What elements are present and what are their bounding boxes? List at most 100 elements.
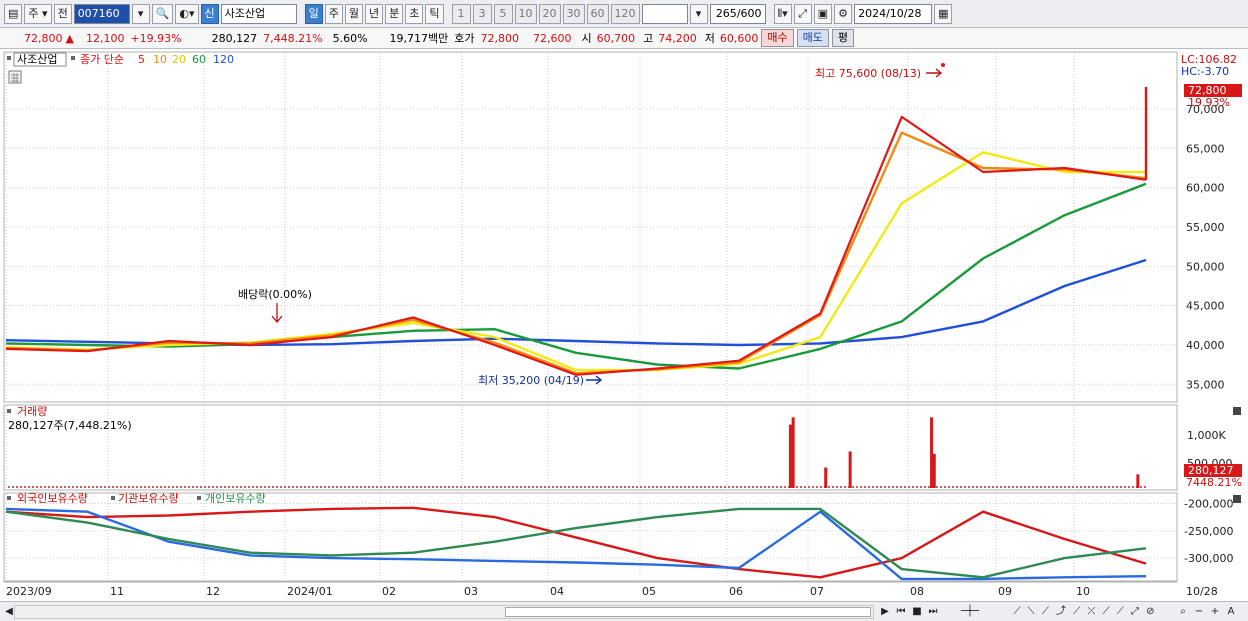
stock-name-field[interactable]: 사조산업 bbox=[220, 3, 297, 24]
scroll-right-icon[interactable]: ▶ bbox=[878, 604, 892, 619]
volume-bar-small bbox=[1024, 486, 1026, 488]
interval-5[interactable]: 5 bbox=[493, 3, 513, 24]
period-month-tab[interactable]: 월 bbox=[344, 3, 364, 24]
volume-bar-small bbox=[700, 486, 702, 488]
volume-bar-small bbox=[348, 486, 350, 488]
market-select[interactable]: 주 ▾ bbox=[24, 3, 52, 24]
volume-bar-small bbox=[1104, 486, 1106, 488]
volume-bar-small bbox=[856, 486, 858, 488]
window-menu-icon[interactable]: ▤ bbox=[4, 3, 23, 24]
price-ytick-label: 65,000 bbox=[1186, 142, 1225, 155]
period-year-tab[interactable]: 년 bbox=[365, 3, 384, 24]
buy-button[interactable]: 매수 bbox=[761, 29, 794, 47]
stop-icon[interactable]: ■ bbox=[910, 604, 924, 619]
rewind-icon[interactable]: ⏮ bbox=[894, 604, 908, 619]
price-ytick-label: 55,000 bbox=[1186, 221, 1225, 234]
chart-area[interactable]: 70,000 65,000 60,000 55,000 50,000 45,000 40,0… bbox=[0, 50, 1248, 602]
volume-close-icon[interactable] bbox=[1233, 407, 1241, 415]
price-ytick-label: 60,000 bbox=[1186, 182, 1225, 195]
volume-bar-small bbox=[1044, 486, 1046, 488]
font-size-icon[interactable]: A bbox=[1224, 604, 1238, 619]
volume-bar-small bbox=[592, 486, 594, 488]
period-tick-tab[interactable]: 틱 bbox=[425, 3, 444, 24]
volume-bar-small bbox=[212, 486, 214, 488]
period-day-tab[interactable]: 일 bbox=[304, 3, 323, 24]
volume-bar-small bbox=[1008, 486, 1010, 488]
prev-button[interactable]: 전 bbox=[53, 3, 72, 24]
volume-bar-small bbox=[768, 486, 770, 488]
legend-marker-icon bbox=[71, 56, 75, 60]
volume-bar-small bbox=[708, 486, 710, 488]
chart-canvas[interactable]: 70,00065,00060,00055,00050,00045,00040,0… bbox=[0, 50, 1248, 602]
volume-bar-small bbox=[764, 486, 766, 488]
volume-bar-small bbox=[508, 486, 510, 488]
interval-60[interactable]: 60 bbox=[586, 3, 609, 24]
interval-120[interactable]: 120 bbox=[610, 3, 640, 24]
interval-10[interactable]: 10 bbox=[514, 3, 537, 24]
volume-bar-small bbox=[468, 486, 470, 488]
volume-bar-small bbox=[940, 486, 942, 488]
volume-bar-small bbox=[564, 486, 566, 488]
volume-bar-small bbox=[924, 486, 926, 488]
settings-gear-icon[interactable]: ⚙ bbox=[834, 3, 853, 24]
volume-bar-small bbox=[476, 486, 478, 488]
period-week-tab[interactable]: 주 bbox=[324, 3, 343, 24]
interval-1[interactable]: 1 bbox=[451, 3, 471, 24]
candle-type-icon[interactable]: ⫴▾ bbox=[773, 3, 792, 24]
volume-bar-small bbox=[260, 486, 262, 488]
volume-bar-small bbox=[908, 486, 910, 488]
volume-bar-small bbox=[224, 486, 226, 488]
zoom-search-icon[interactable]: ⌕ bbox=[1176, 604, 1190, 619]
zoom-slider-icon[interactable]: ─┼─ bbox=[950, 604, 990, 619]
interval-dropdown-icon[interactable]: ▾ bbox=[689, 3, 708, 24]
volume-bar-small bbox=[964, 486, 966, 488]
calendar-icon[interactable]: ▦ bbox=[934, 3, 953, 24]
bid-price: 72,600 bbox=[533, 31, 572, 45]
average-button[interactable]: 평 bbox=[831, 29, 855, 47]
scroll-thumb[interactable] bbox=[505, 607, 871, 617]
sound-icon[interactable]: ◐▾ bbox=[175, 3, 199, 24]
volume-bar-small bbox=[32, 486, 34, 488]
period-minute-tab[interactable]: 분 bbox=[385, 3, 404, 24]
volume-bar-small bbox=[272, 486, 274, 488]
save-icon[interactable]: ▣ bbox=[813, 3, 833, 24]
holding-marker-icon-2 bbox=[111, 496, 115, 500]
interval-30[interactable]: 30 bbox=[562, 3, 585, 24]
volume-bar-small bbox=[88, 486, 90, 488]
ma-legend-5: 5 bbox=[138, 53, 145, 66]
zoom-out-icon[interactable]: − bbox=[1192, 604, 1206, 619]
volume-bar-small bbox=[548, 486, 550, 488]
interval-3[interactable]: 3 bbox=[472, 3, 492, 24]
count-field[interactable]: 265/600 bbox=[709, 3, 766, 24]
volume-bar-small bbox=[680, 486, 682, 488]
dividend-annotation: 배당락(0.00%) bbox=[238, 288, 312, 301]
stock-code-input[interactable]: 007160 bbox=[73, 3, 130, 24]
volume-bar-small bbox=[728, 486, 730, 488]
interval-20[interactable]: 20 bbox=[538, 3, 561, 24]
volume-bar-small bbox=[720, 486, 722, 488]
price-ytick-label: 40,000 bbox=[1186, 339, 1225, 352]
fast-forward-icon[interactable]: ⏭ bbox=[926, 604, 940, 619]
volume-bar-small bbox=[256, 486, 258, 488]
code-dropdown-icon[interactable]: ▾ bbox=[131, 3, 150, 24]
x-axis-label: 11 bbox=[110, 585, 124, 598]
quote-label: 호가 bbox=[454, 32, 475, 45]
sell-button[interactable]: 매도 bbox=[796, 29, 829, 47]
x-axis-label: 05 bbox=[642, 585, 656, 598]
drawing-tools-icons[interactable]: ⟋ ⟍ ⟋ ⤴ ⟋ ⤫ ⟋ ⟋ ⤢ ⊘ bbox=[1000, 604, 1170, 619]
volume-bar-small bbox=[748, 486, 750, 488]
holding-close-icon[interactable] bbox=[1233, 495, 1241, 503]
volume-bar-small bbox=[864, 486, 866, 488]
draw-tool-icon[interactable]: ⤢ bbox=[793, 3, 812, 24]
period-second-tab[interactable]: 초 bbox=[405, 3, 424, 24]
custom-interval-input[interactable] bbox=[641, 3, 688, 24]
volume-bar-small bbox=[36, 486, 38, 488]
new-stock-button[interactable]: 신 bbox=[200, 3, 219, 24]
search-icon[interactable]: 🔍 bbox=[151, 3, 174, 24]
zoom-in-icon[interactable]: + bbox=[1208, 604, 1222, 619]
volume-bar-small bbox=[112, 486, 114, 488]
date-field[interactable]: 2024/10/28 bbox=[854, 3, 933, 24]
volume-bar-small bbox=[884, 486, 886, 488]
scroll-track[interactable] bbox=[14, 605, 874, 619]
volume-bar-small bbox=[284, 486, 286, 488]
